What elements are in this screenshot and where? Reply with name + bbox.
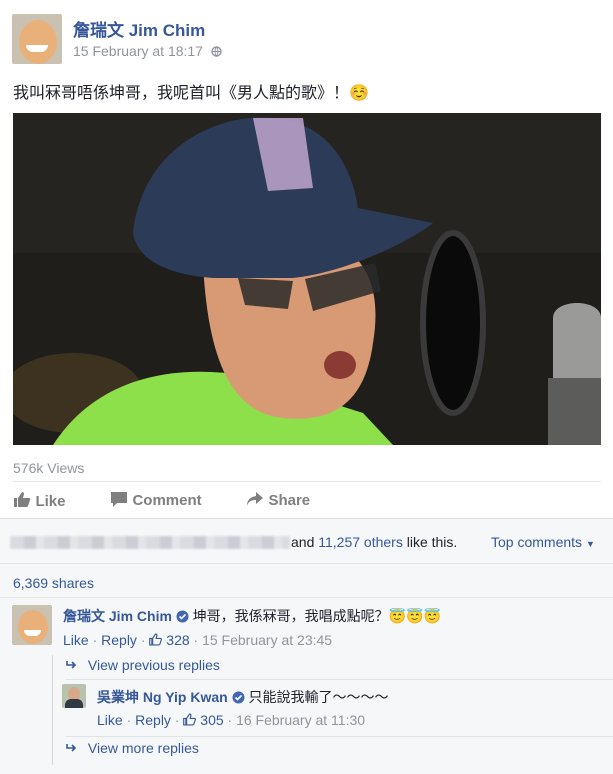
view-previous-replies[interactable]: View previous replies [66,657,220,673]
video-frame [13,113,601,445]
comment-likes[interactable]: 328 [149,632,190,648]
verified-badge-icon [176,608,189,624]
comment-text: 坤哥，我係冧哥，我唱成點呢？😇😇😇 [192,608,441,624]
comment-likes-count: 328 [166,632,190,648]
reply-arrow-icon [66,657,78,673]
reply-likes-count: 305 [200,712,224,728]
comment-meta: Like · Reply · 328 · 15 February at 23:4… [63,632,332,648]
divider [66,679,613,680]
others-like-link[interactable]: 11,257 others [318,534,403,550]
comment-like-link[interactable]: Like [63,632,89,648]
share-label: Share [268,492,311,509]
video-views: 576k Views [13,460,85,476]
separator: · [170,712,184,728]
top-comments-dropdown[interactable]: Top comments ▼ [491,534,595,550]
comment-reply-link[interactable]: Reply [101,632,137,648]
comment-time[interactable]: 15 February at 23:45 [202,632,332,648]
timestamp-text: 15 February at 18:17 [73,43,203,59]
comment-action[interactable]: Comment [110,491,202,510]
globe-icon [211,43,222,59]
verified-badge-icon [232,689,245,705]
reply-text: 只能說我輸了～～～～ [248,689,389,705]
reply-meta: Like · Reply · 305 · 16 February at 11:3… [97,712,365,728]
post-message: 我叫冧哥唔係坤哥，我呢首叫《男人點的歌》！☺️ [13,85,369,102]
reply-thread-line [52,655,53,765]
view-more-label: View more replies [87,740,199,756]
blurred-liker-names [10,533,290,551]
divider [0,518,613,519]
share-icon [247,492,263,506]
reply: 吳業坤 Ng Yip Kwan 只能說我輸了～～～～ [97,687,388,707]
separator: · [189,632,203,648]
comment-avatar[interactable] [12,605,52,645]
reply-likes[interactable]: 305 [183,712,224,728]
separator: · [88,632,102,648]
thumbs-up-icon [14,492,31,507]
divider [13,481,601,482]
likes-summary: and 11,257 others like this. [291,534,457,550]
comment-label: Comment [132,492,202,509]
author-name[interactable]: 詹瑞文 Jim Chim [73,16,205,41]
separator: · [122,712,136,728]
like-action[interactable]: Like [13,491,65,511]
separator: · [223,712,237,728]
comment: 詹瑞文 Jim Chim 坤哥，我係冧哥，我唱成點呢？😇😇😇 [63,606,441,626]
reply-reply-link[interactable]: Reply [135,712,171,728]
reply-arrow-icon [66,740,78,756]
shares-count[interactable]: 6,369 shares [13,575,94,591]
reply-author[interactable]: 吳業坤 Ng Yip Kwan [97,689,228,705]
comment-author[interactable]: 詹瑞文 Jim Chim [63,608,172,624]
post-timestamp[interactable]: 15 February at 18:17 [73,43,222,59]
caret-down-icon: ▼ [585,539,595,549]
thumbs-up-icon [183,713,197,726]
comment-icon [111,492,127,507]
divider [0,597,613,598]
reply-avatar[interactable] [62,684,86,708]
video-player[interactable] [13,113,601,445]
reply-time[interactable]: 16 February at 11:30 [236,712,365,728]
share-action[interactable]: Share [246,491,310,510]
reply-like-link[interactable]: Like [97,712,123,728]
view-more-replies[interactable]: View more replies [66,740,199,756]
separator: · [136,632,150,648]
like-this-text: like this. [406,534,458,550]
author-avatar[interactable] [12,14,62,64]
divider [66,736,613,737]
and-text: and [291,534,315,550]
like-label: Like [35,493,66,510]
divider [0,563,613,564]
view-previous-label: View previous replies [87,657,220,673]
top-comments-label: Top comments [491,534,583,550]
thumbs-up-icon [149,633,163,646]
